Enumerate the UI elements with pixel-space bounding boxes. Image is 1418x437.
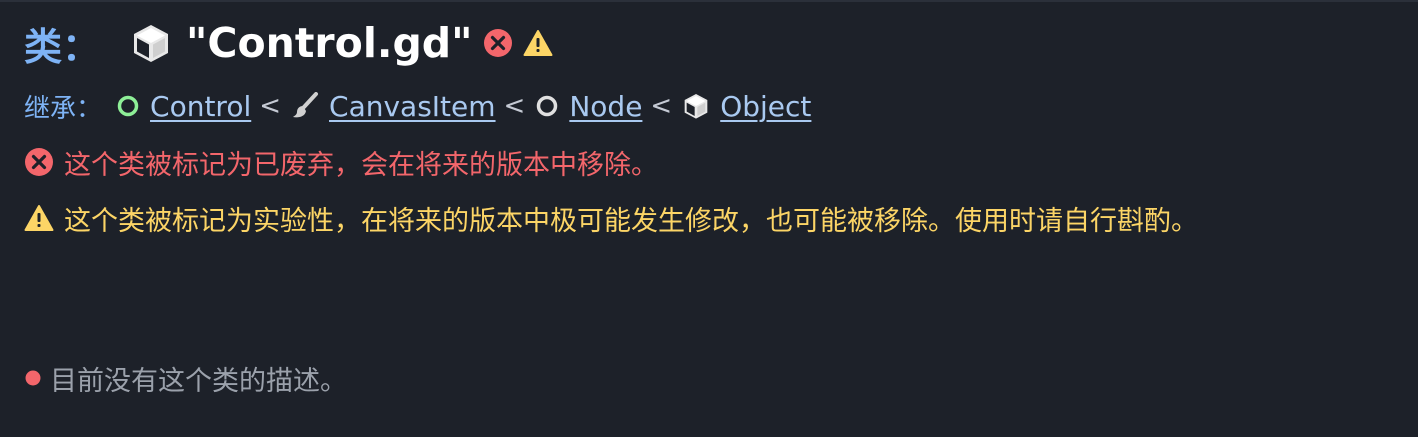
node-circle-icon <box>535 94 559 118</box>
inherit-link-object[interactable]: Object <box>720 90 811 123</box>
experimental-text: 这个类被标记为实验性，在将来的版本中极可能发生修改，也可能被移除。使用时请自行斟… <box>64 205 1198 237</box>
class-title-row: 类 ： "Control.gd" <box>24 14 553 72</box>
class-label: 类 <box>24 24 63 69</box>
error-icon <box>483 28 513 58</box>
inherit-link-canvasitem[interactable]: CanvasItem <box>329 90 496 123</box>
class-title: "Control.gd" <box>186 19 473 67</box>
cube-icon <box>682 92 710 120</box>
inherit-link-node[interactable]: Node <box>569 90 642 123</box>
class-label-colon: ： <box>62 24 101 69</box>
inherit-separator: < <box>259 91 282 121</box>
cube-icon <box>130 22 172 64</box>
deprecated-text: 这个类被标记为已废弃，会在将来的版本中移除。 <box>64 149 658 181</box>
brush-icon <box>291 92 319 120</box>
experimental-notice: 这个类被标记为实验性，在将来的版本中极可能发生修改，也可能被移除。使用时请自行斟… <box>24 196 1198 240</box>
top-divider <box>0 0 1418 2</box>
class-description: 目前没有这个类的描述。 <box>24 356 347 400</box>
deprecated-notice: 这个类被标记为已废弃，会在将来的版本中移除。 <box>24 140 658 184</box>
inherit-link-control[interactable]: Control <box>150 90 251 123</box>
warning-icon <box>523 29 553 57</box>
inheritance-row: 继承： Control < CanvasItem < Node < Object <box>24 84 811 128</box>
error-icon <box>24 147 54 177</box>
bullet-dot-icon <box>24 369 42 387</box>
description-empty-text: 目前没有这个类的描述。 <box>50 365 347 397</box>
inherit-separator: < <box>650 91 673 121</box>
warning-icon <box>24 204 54 232</box>
inherit-separator: < <box>503 91 526 121</box>
inherits-label: 继承： <box>24 93 103 124</box>
control-circle-icon <box>116 94 140 118</box>
